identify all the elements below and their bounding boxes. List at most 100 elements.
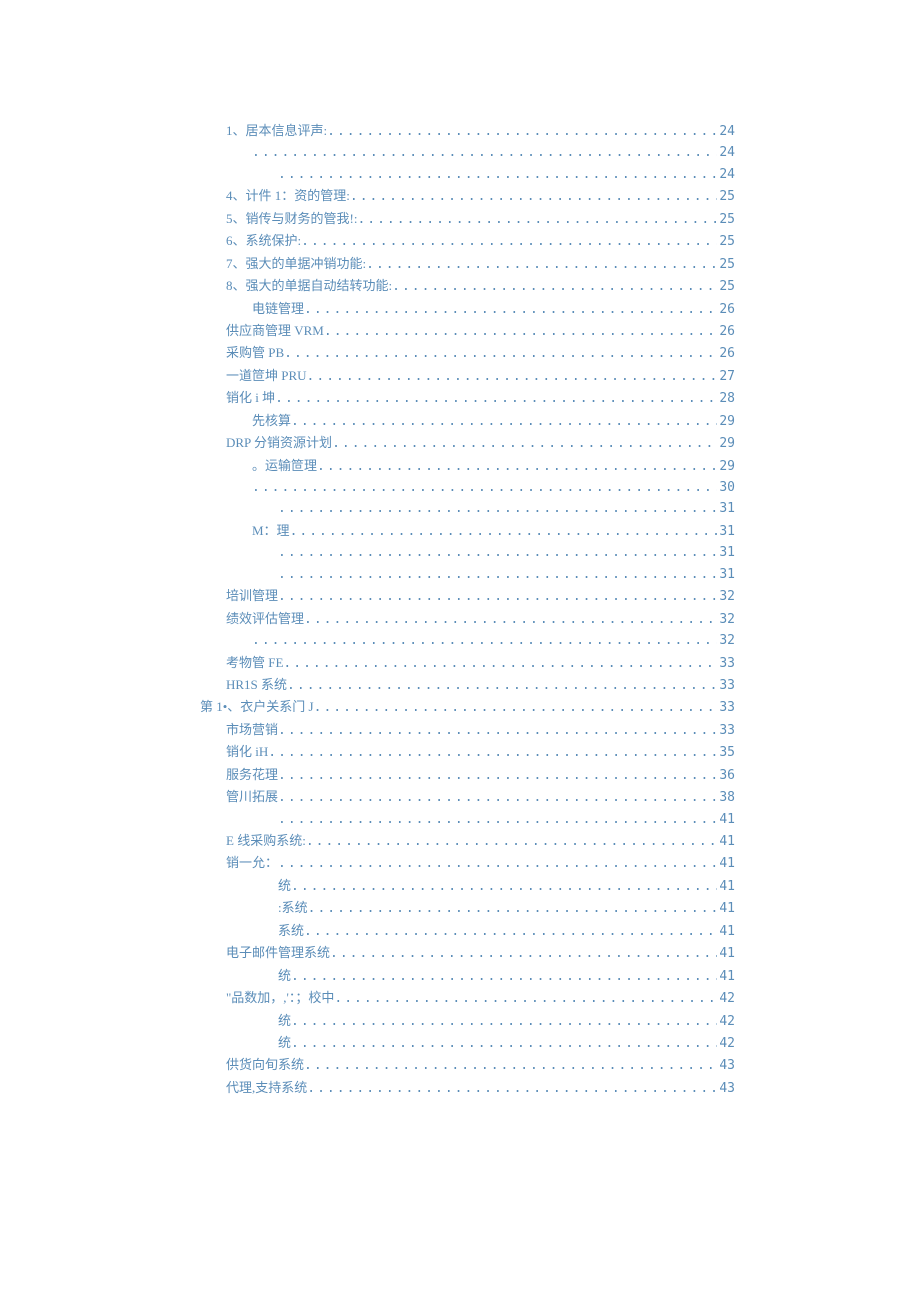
toc-entry-label: 统 xyxy=(278,875,291,896)
toc-entry[interactable]: 7、强大的单据冲销功能:25 xyxy=(200,253,735,275)
toc-entry[interactable]: 培训管理32 xyxy=(200,585,735,607)
toc-leader-dots xyxy=(308,898,718,919)
toc-entry-label: :系统 xyxy=(278,897,308,918)
toc-entry-label: 代理,支持系统 xyxy=(226,1077,307,1098)
toc-entry[interactable]: 8、强大的单据自动结转功能:25 xyxy=(200,275,735,297)
toc-entry[interactable]: 统 41 xyxy=(200,875,735,897)
toc-entry-page: 31 xyxy=(717,542,735,563)
toc-entry-label: 绩效评估管理 xyxy=(226,608,304,629)
toc-entry[interactable]: 系统41 xyxy=(200,920,735,942)
toc-entry[interactable]: 电链管理26 xyxy=(200,298,735,320)
toc-entry[interactable]: 41 xyxy=(200,809,735,830)
toc-entry-label: 电子邮件管理系统 xyxy=(226,942,330,963)
toc-entry[interactable]: 1、居本信息评声:24 xyxy=(200,120,735,142)
toc-leader-dots xyxy=(304,921,717,942)
toc-entry-page: 25 xyxy=(717,209,735,230)
toc-entry-page: 24 xyxy=(717,142,735,163)
toc-entry[interactable]: HR1S 系统33 xyxy=(200,674,735,696)
toc-entry[interactable]: 一道笸坤 PRU27 xyxy=(200,365,735,387)
toc-entry-label: 供应商管理 VRM xyxy=(226,320,324,341)
toc-entry[interactable]: 考物管 FE33 xyxy=(200,652,735,674)
toc-leader-dots xyxy=(304,609,717,630)
toc-leader-dots xyxy=(268,742,717,763)
toc-leader-dots xyxy=(334,988,717,1009)
toc-entry-page: 41 xyxy=(717,966,735,987)
toc-entry[interactable]: 统42 xyxy=(200,1010,735,1032)
toc-entry[interactable]: 31 xyxy=(200,564,735,585)
toc-entry[interactable]: 32 xyxy=(200,630,735,651)
toc-entry-label: M：理 xyxy=(252,520,290,541)
toc-leader-dots xyxy=(392,276,717,297)
toc-leader-dots xyxy=(278,765,717,786)
toc-entry[interactable]: 31 xyxy=(200,498,735,519)
toc-entry[interactable]: DRP 分销资源计划29 xyxy=(200,432,735,454)
toc-entry-page: 31 xyxy=(717,521,735,542)
toc-entry[interactable]: 供应商管理 VRM26 xyxy=(200,320,735,342)
toc-entry-page: 41 xyxy=(717,831,735,852)
toc-entry-label: "品数加，,'：；校中 xyxy=(226,987,334,1008)
toc-entry[interactable]: E 线采购系统: 41 xyxy=(200,830,735,852)
toc-entry[interactable]: 管川拓展 38 xyxy=(200,786,735,808)
toc-entry[interactable]: 销化 i 坤28 xyxy=(200,387,735,409)
toc-entry[interactable]: "品数加，,'：；校中42 xyxy=(200,987,735,1009)
toc-entry-label: 7、强大的单据冲销功能: xyxy=(226,253,366,274)
toc-entry-page: 32 xyxy=(717,609,735,630)
toc-entry[interactable]: 供货向旬系统43 xyxy=(200,1054,735,1076)
toc-entry-page: 29 xyxy=(717,411,735,432)
toc-entry-label: 先核算 xyxy=(252,410,291,431)
toc-entry[interactable]: 绩效评估管理 32 xyxy=(200,608,735,630)
toc-leader-dots xyxy=(252,477,717,498)
toc-leader-dots xyxy=(252,630,717,651)
toc-entry-page: 31 xyxy=(717,498,735,519)
toc-entry-page: 41 xyxy=(717,876,735,897)
toc-entry[interactable]: 销一允：41 xyxy=(200,852,735,874)
toc-entry[interactable]: 6、系统保护:25 xyxy=(200,230,735,252)
toc-entry[interactable]: 24 xyxy=(200,142,735,163)
toc-leader-dots xyxy=(278,853,717,874)
toc-entry-page: 24 xyxy=(717,164,735,185)
toc-entry[interactable]: 采购管 PB26 xyxy=(200,342,735,364)
toc-entry[interactable]: 24 xyxy=(200,164,735,185)
toc-entry-page: 33 xyxy=(717,653,735,674)
toc-entry-page: 25 xyxy=(717,186,735,207)
toc-entry[interactable]: :系统41 xyxy=(200,897,735,919)
toc-entry[interactable]: 市场营销33 xyxy=(200,719,735,741)
toc-leader-dots xyxy=(278,498,717,519)
toc-entry[interactable]: 先核算 29 xyxy=(200,410,735,432)
toc-entry[interactable]: 4、计件 1：资的管理:25 xyxy=(200,185,735,207)
toc-entry-page: 41 xyxy=(717,921,735,942)
toc-entry-page: 43 xyxy=(717,1055,735,1076)
toc-entry-page: 43 xyxy=(717,1078,735,1099)
toc-entry[interactable]: 30 xyxy=(200,477,735,498)
toc-leader-dots xyxy=(287,675,717,696)
toc-entry[interactable]: 销化 iH35 xyxy=(200,741,735,763)
toc-entry-label: E 线采购系统: xyxy=(226,830,306,851)
toc-entry[interactable]: 电子邮件管理系统41 xyxy=(200,942,735,964)
toc-leader-dots xyxy=(278,586,717,607)
toc-entry-page: 38 xyxy=(717,787,735,808)
toc-entry-label: 1、居本信息评声: xyxy=(226,120,327,141)
toc-leader-dots xyxy=(307,1078,717,1099)
toc-entry-page: 36 xyxy=(717,765,735,786)
toc-entry-page: 30 xyxy=(717,477,735,498)
toc-entry[interactable]: 31 xyxy=(200,542,735,563)
toc-entry[interactable]: 统42 xyxy=(200,1032,735,1054)
toc-entry-page: 33 xyxy=(717,697,735,718)
toc-leader-dots xyxy=(301,231,717,252)
toc-entry[interactable]: 。运输笸理29 xyxy=(200,455,735,477)
toc-entry[interactable]: 5、销传与财务的管我!:25 xyxy=(200,208,735,230)
toc-leader-dots xyxy=(306,831,718,852)
toc-leader-dots xyxy=(284,343,717,364)
toc-entry[interactable]: 代理,支持系统 43 xyxy=(200,1077,735,1099)
toc-leader-dots xyxy=(283,653,717,674)
toc-entry[interactable]: 第 1•、衣户关系门 J33 xyxy=(200,696,735,718)
toc-entry-page: 26 xyxy=(717,343,735,364)
toc-entry[interactable]: 统41 xyxy=(200,965,735,987)
toc-entry-page: 35 xyxy=(717,742,735,763)
toc-leader-dots xyxy=(314,697,718,718)
toc-entry[interactable]: 服务花理36 xyxy=(200,764,735,786)
toc-entry-label: 管川拓展 xyxy=(226,786,278,807)
toc-entry[interactable]: M：理 31 xyxy=(200,520,735,542)
toc-leader-dots xyxy=(304,1055,717,1076)
toc-entry-label: HR1S 系统 xyxy=(226,674,287,695)
